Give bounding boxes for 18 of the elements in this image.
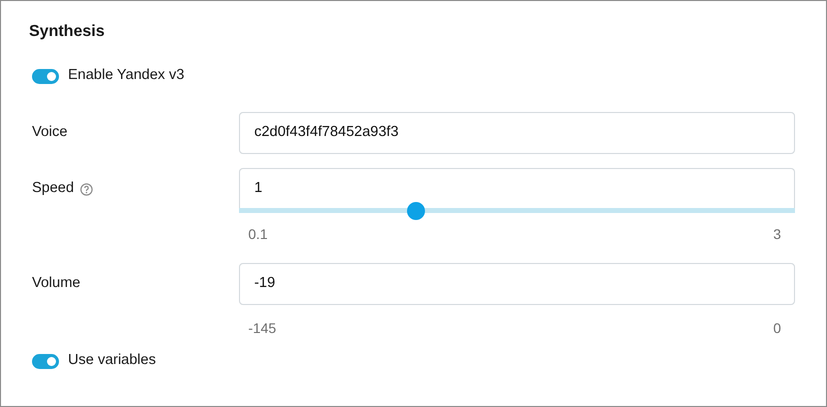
field-label: Speed — [32, 179, 74, 198]
section-title: Synthesis — [29, 22, 106, 42]
input-field[interactable]: c2d0f43f4f78452a93f3 — [239, 112, 795, 154]
help-icon[interactable] — [80, 182, 93, 196]
input-field[interactable]: -19 — [239, 263, 795, 305]
range-min-label: 0.1 — [248, 225, 268, 244]
slider-thumb[interactable] — [406, 202, 425, 220]
toggle-switch[interactable] — [32, 354, 59, 368]
slider[interactable] — [239, 202, 795, 220]
toggle-switch[interactable] — [32, 68, 59, 84]
toggle-label: Use variables — [68, 351, 156, 370]
range-max-label: 0 — [773, 319, 781, 338]
field-label: Voice — [32, 123, 68, 142]
range-min-label: -145 — [248, 319, 276, 338]
field-label: Volume — [32, 274, 80, 294]
range-max-label: 3 — [773, 225, 781, 244]
toggle-label: Enable Yandex v3 — [68, 66, 184, 86]
input-field[interactable]: 1 — [239, 168, 795, 202]
